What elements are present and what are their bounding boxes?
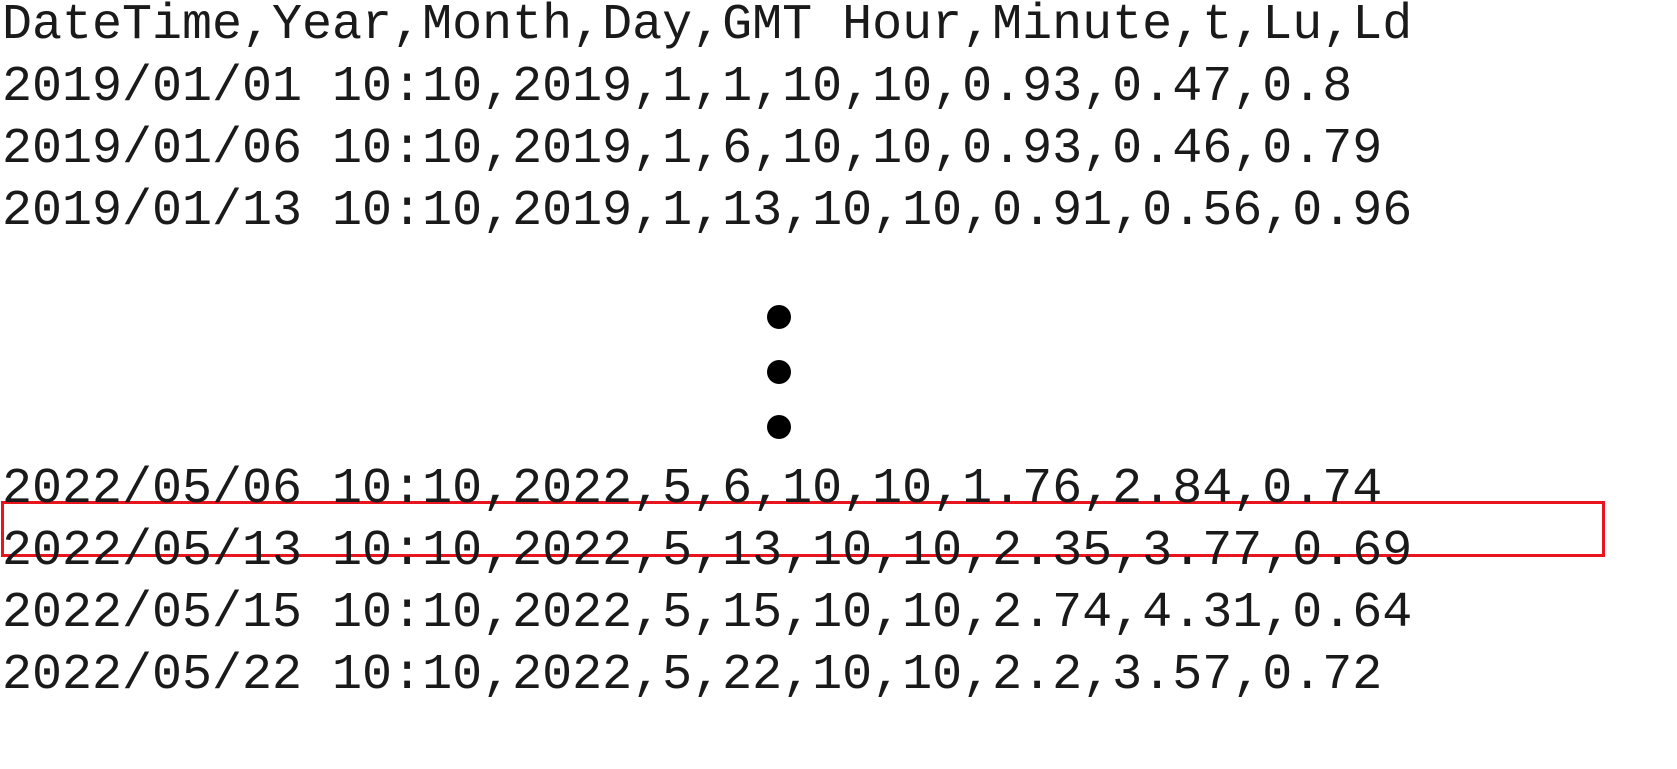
csv-data-row: 2022/05/22 10:10,2022,5,22,10,10,2.2,3.5…	[2, 647, 1383, 704]
csv-data-row: 2022/05/15 10:10,2022,5,15,10,10,2.74,4.…	[2, 585, 1413, 642]
csv-data-row: 2019/01/13 10:10,2019,1,13,10,10,0.91,0.…	[2, 183, 1413, 240]
csv-document: DateTime,Year,Month,Day,GMT Hour,Minute,…	[0, 0, 1677, 769]
csv-data-row: 2019/01/01 10:10,2019,1,1,10,10,0.93,0.4…	[2, 59, 1353, 116]
csv-data-row: 2022/05/13 10:10,2022,5,13,10,10,2.35,3.…	[2, 523, 1413, 580]
ellipsis-dot	[767, 415, 791, 439]
ellipsis-dot	[767, 305, 791, 329]
csv-header-row: DateTime,Year,Month,Day,GMT Hour,Minute,…	[2, 0, 1413, 54]
csv-data-row-highlighted: 2022/05/06 10:10,2022,5,6,10,10,1.76,2.8…	[2, 461, 1383, 518]
ellipsis-dot	[767, 360, 791, 384]
csv-data-row: 2019/01/06 10:10,2019,1,6,10,10,0.93,0.4…	[2, 121, 1383, 178]
